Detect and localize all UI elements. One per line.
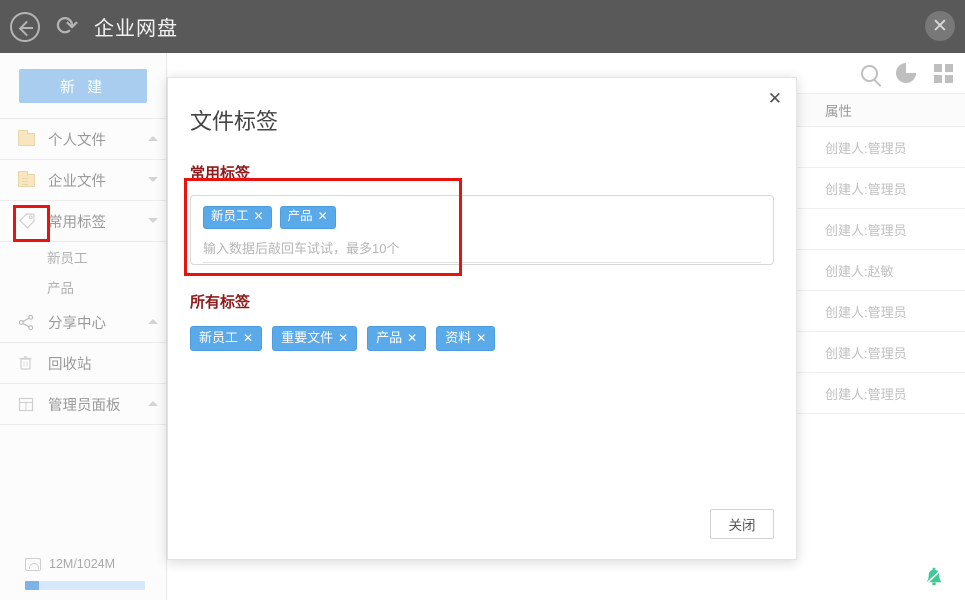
dialog-footer: 关闭 xyxy=(710,509,774,539)
common-tag-chip[interactable]: 产品 ✕ xyxy=(280,206,336,229)
common-tag-list: 新员工 ✕ 产品 ✕ xyxy=(203,206,761,229)
tag-remove-icon[interactable]: ✕ xyxy=(407,332,417,345)
tag-label: 重要文件 xyxy=(281,331,333,345)
all-tag-chip[interactable]: 产品 ✕ xyxy=(367,326,426,351)
common-tag-chip[interactable]: 新员工 ✕ xyxy=(203,206,272,229)
all-tag-chip[interactable]: 资料 ✕ xyxy=(436,326,495,351)
dialog-title: 文件标签 xyxy=(168,78,796,136)
tag-remove-icon[interactable]: ✕ xyxy=(243,332,253,345)
all-tag-list: 新员工 ✕ 重要文件 ✕ 产品 ✕ 资料 ✕ xyxy=(190,326,774,351)
bell-icon[interactable] xyxy=(923,567,945,595)
tag-remove-icon[interactable]: ✕ xyxy=(338,332,348,345)
tag-label: 产品 xyxy=(376,331,402,345)
common-tags-heading: 常用标签 xyxy=(168,136,796,183)
dialog-close-icon[interactable]: ✕ xyxy=(768,90,782,107)
tag-label: 新员工 xyxy=(211,210,249,224)
all-tag-chip[interactable]: 重要文件 ✕ xyxy=(272,326,357,351)
bell-icon-svg xyxy=(923,567,945,591)
all-tags-heading: 所有标签 xyxy=(168,265,796,312)
tag-remove-icon[interactable]: ✕ xyxy=(254,210,264,223)
tag-label: 资料 xyxy=(445,331,471,345)
app-window: ⟳ 企业网盘 ✕ 新 建 个人文件 企业文件 xyxy=(0,0,965,600)
tag-remove-icon[interactable]: ✕ xyxy=(476,332,486,345)
all-tag-chip[interactable]: 新员工 ✕ xyxy=(190,326,262,351)
tag-text-input[interactable]: 输入数据后敲回车试试，最多10个 xyxy=(203,238,761,263)
tag-label: 产品 xyxy=(288,210,313,224)
close-dialog-button[interactable]: 关闭 xyxy=(710,509,774,539)
tag-remove-icon[interactable]: ✕ xyxy=(318,210,328,223)
tag-input-placeholder: 输入数据后敲回车试试，最多10个 xyxy=(203,241,399,256)
common-tags-input-area[interactable]: 新员工 ✕ 产品 ✕ 输入数据后敲回车试试，最多10个 xyxy=(190,195,774,265)
tag-label: 新员工 xyxy=(199,331,238,345)
file-tag-dialog: ✕ 文件标签 常用标签 新员工 ✕ 产品 ✕ 输入数据后敲回车试试，最多10个 所有标… xyxy=(167,77,797,560)
